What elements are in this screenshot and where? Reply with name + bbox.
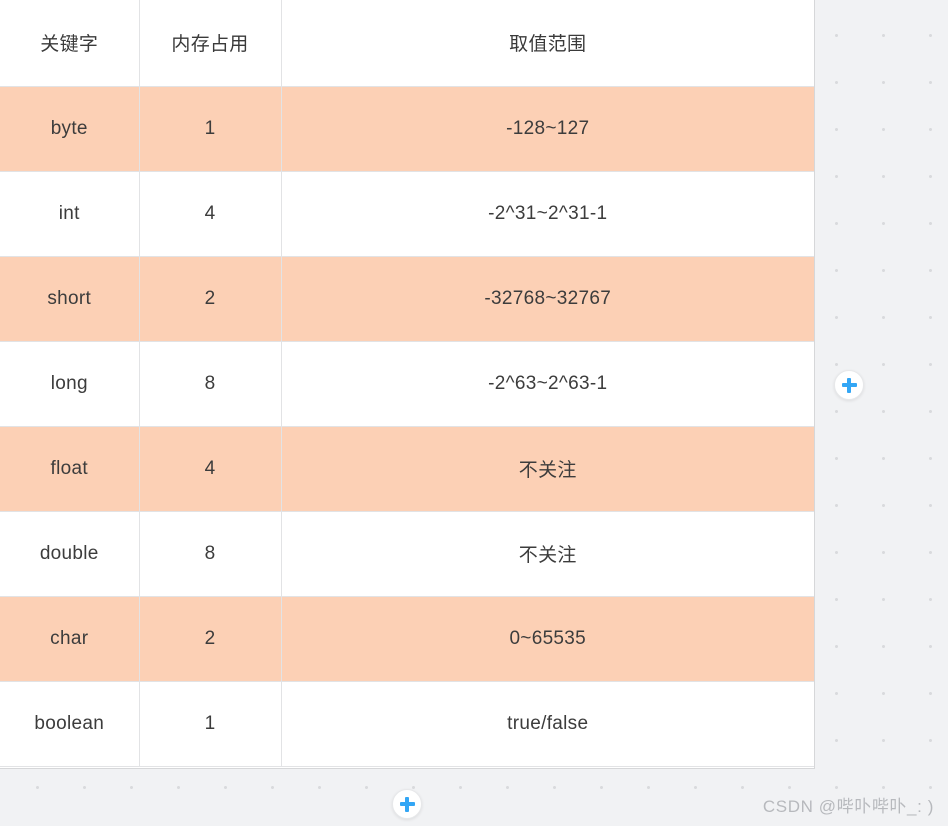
cell-keyword[interactable]: byte: [0, 86, 140, 172]
column-header-keyword[interactable]: 关键字: [0, 0, 140, 87]
plus-icon: [405, 796, 409, 812]
column-header-memory[interactable]: 内存占用: [139, 0, 282, 87]
table-header-row: 关键字 内存占用 取值范围: [0, 0, 814, 87]
table-row[interactable]: double 8 不关注: [0, 511, 814, 597]
board-canvas: 关键字 内存占用 取值范围 byte 1 -128~127 int 4 -2^3…: [0, 0, 948, 826]
cell-memory[interactable]: 8: [139, 341, 282, 427]
cell-keyword[interactable]: double: [0, 511, 140, 597]
table-row[interactable]: int 4 -2^31~2^31-1: [0, 171, 814, 257]
cell-range[interactable]: -2^63~2^63-1: [281, 341, 814, 427]
cell-keyword[interactable]: int: [0, 171, 140, 257]
cell-range[interactable]: 0~65535: [281, 596, 814, 682]
table-row[interactable]: byte 1 -128~127: [0, 86, 814, 172]
cell-memory[interactable]: 4: [139, 171, 282, 257]
cell-memory[interactable]: 2: [139, 256, 282, 342]
cell-memory[interactable]: 2: [139, 596, 282, 682]
cell-keyword[interactable]: short: [0, 256, 140, 342]
cell-range[interactable]: 不关注: [281, 426, 814, 512]
table-row[interactable]: char 2 0~65535: [0, 596, 814, 682]
cell-keyword[interactable]: float: [0, 426, 140, 512]
cell-memory[interactable]: 1: [139, 86, 282, 172]
column-header-range[interactable]: 取值范围: [281, 0, 814, 87]
add-row-button[interactable]: [392, 789, 422, 819]
add-column-button[interactable]: [834, 370, 864, 400]
cell-range[interactable]: -32768~32767: [281, 256, 814, 342]
csdn-watermark: CSDN @哔卟哔卟_: ): [762, 797, 934, 816]
plus-icon: [847, 377, 851, 393]
table-row[interactable]: long 8 -2^63~2^63-1: [0, 341, 814, 427]
cell-range[interactable]: -128~127: [281, 86, 814, 172]
cell-memory[interactable]: 4: [139, 426, 282, 512]
cell-memory[interactable]: 8: [139, 511, 282, 597]
table-row[interactable]: short 2 -32768~32767: [0, 256, 814, 342]
cell-keyword[interactable]: char: [0, 596, 140, 682]
table-body: byte 1 -128~127 int 4 -2^31~2^31-1 short…: [0, 86, 814, 767]
table-header: 关键字 内存占用 取值范围: [0, 0, 814, 87]
cell-range[interactable]: 不关注: [281, 511, 814, 597]
cell-range[interactable]: true/false: [281, 681, 814, 767]
table-row[interactable]: float 4 不关注: [0, 426, 814, 512]
cell-memory[interactable]: 1: [139, 681, 282, 767]
cell-keyword[interactable]: long: [0, 341, 140, 427]
cell-range[interactable]: -2^31~2^31-1: [281, 171, 814, 257]
cell-keyword[interactable]: boolean: [0, 681, 140, 767]
table-row[interactable]: boolean 1 true/false: [0, 681, 814, 767]
data-types-table: 关键字 内存占用 取值范围 byte 1 -128~127 int 4 -2^3…: [0, 0, 814, 767]
data-types-table-container: 关键字 内存占用 取值范围 byte 1 -128~127 int 4 -2^3…: [0, 0, 815, 769]
